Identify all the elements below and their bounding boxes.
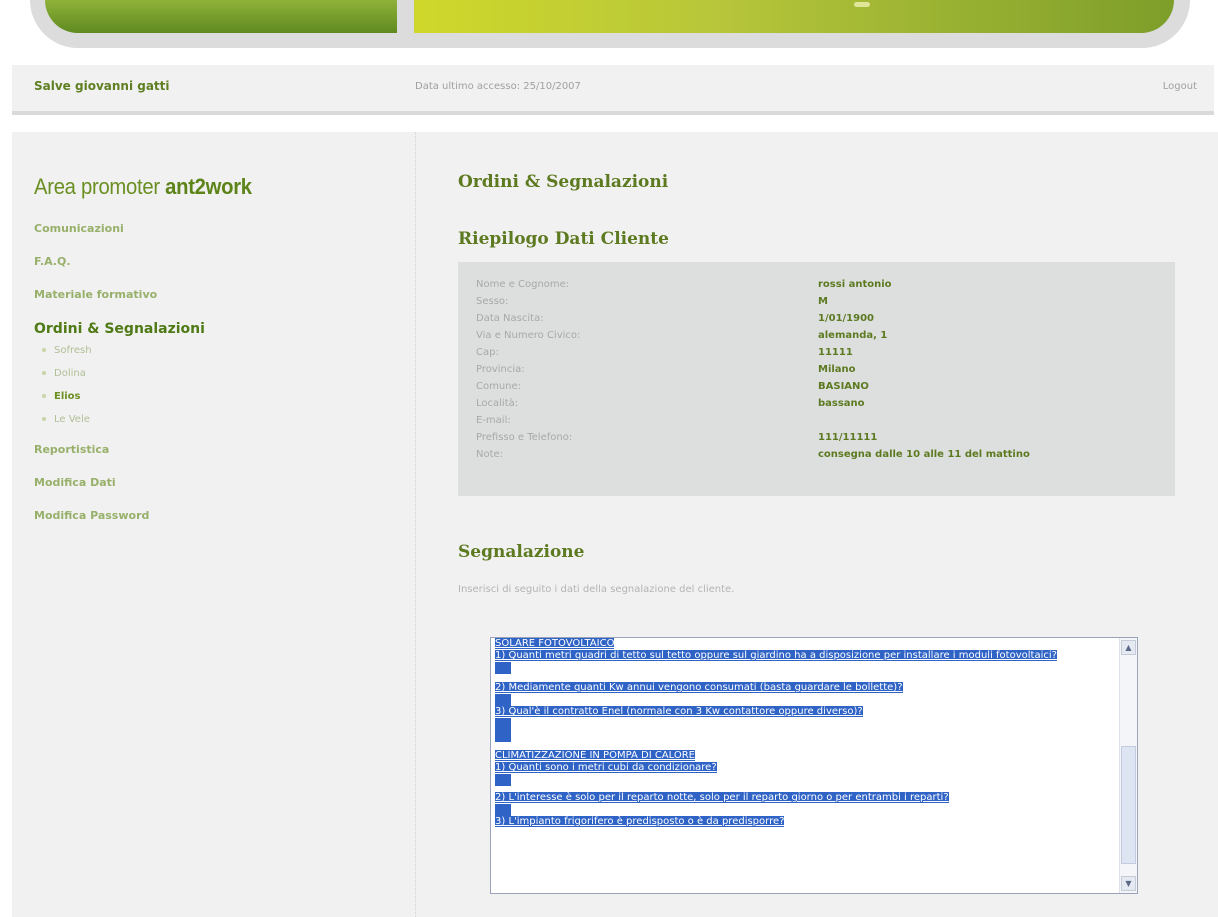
subnav-label: Elios (54, 391, 81, 402)
bullet-icon (42, 417, 46, 421)
textarea-line-text: 1) Quanti metri quadri di tetto sul tett… (495, 650, 1057, 661)
subnav-label: Sofresh (54, 345, 92, 356)
nav-item-materiale-formativo[interactable]: Materiale formativo (34, 288, 205, 301)
brand-title-light: Area promoter (34, 174, 166, 199)
field-label: Nome e Cognome: (476, 279, 570, 290)
textarea-line: SOLARE FOTOVOLTAICO (495, 638, 1095, 650)
textarea-empty-selection (495, 694, 511, 706)
brand-title: Area promoter ant2work (34, 174, 252, 200)
textarea-line-text: CLIMATIZZAZIONE IN POMPA DI CALORE (495, 750, 695, 761)
subnav-item-le-vele[interactable]: Le Vele (42, 414, 205, 425)
field-label: E-mail: (476, 415, 511, 426)
field-value: rossi antonio (818, 279, 892, 290)
sidebar-nav: Comunicazioni F.A.Q. Materiale formativo… (34, 222, 205, 542)
nav-sublist-container: Sofresh Dolina Elios Le Vele (34, 345, 205, 425)
logout-link[interactable]: Logout (1163, 81, 1197, 92)
field-label: Provincia: (476, 364, 525, 375)
field-label: Note: (476, 449, 504, 460)
textarea-line: 1) Quanti sono i metri cubi da condizion… (495, 762, 1095, 774)
greeting-text: Salve giovanni gatti (34, 79, 170, 93)
textarea-line (495, 662, 1095, 674)
field-label: Sesso: (476, 296, 509, 307)
nav-item-ordini-segnalazioni[interactable]: Ordini & Segnalazioni (34, 321, 205, 337)
textarea-line: 3) Qual'è il contratto Enel (normale con… (495, 706, 1095, 718)
report-intro: Inserisci di seguito i dati della segnal… (458, 584, 735, 595)
field-label: Comune: (476, 381, 522, 392)
field-value: consegna dalle 10 alle 11 del mattino (818, 449, 1030, 460)
field-label: Località: (476, 398, 519, 409)
textarea-scrollbar[interactable]: ▲ ▼ (1119, 638, 1137, 893)
textarea-line-text: 3) Qual'è il contratto Enel (normale con… (495, 706, 863, 717)
page-title: Ordini & Segnalazioni (458, 172, 669, 192)
textarea-line-text: 2) L'interesse è solo per il reparto not… (495, 792, 949, 803)
scroll-down-icon[interactable]: ▼ (1121, 876, 1136, 891)
field-value: 11111 (818, 347, 853, 358)
textarea-line (495, 694, 1095, 706)
textarea-empty-selection (495, 774, 511, 786)
customer-data-box: Nome e Cognome: rossi antonio Sesso: M D… (458, 262, 1175, 496)
textarea-line: 2) Mediamente quanti Kw annui vengono co… (495, 682, 1095, 694)
field-value: 1/01/1900 (818, 313, 875, 324)
textarea-line: 1) Quanti metri quadri di tetto sul tett… (495, 650, 1095, 662)
nav-item-reportistica[interactable]: Reportistica (34, 443, 205, 456)
bullet-icon (42, 348, 46, 352)
textarea-line-text: SOLARE FOTOVOLTAICO (495, 638, 615, 649)
field-value: alemanda, 1 (818, 330, 888, 341)
subnav-label: Le Vele (54, 414, 90, 425)
field-value: bassano (818, 398, 865, 409)
nav-item-modifica-password[interactable]: Modifica Password (34, 509, 205, 522)
textarea-empty-selection (495, 662, 511, 674)
textarea-line-text: 3) L'impianto frigorifero è predisposto … (495, 816, 785, 827)
textarea-empty-selection (495, 718, 511, 730)
nav-item-modifica-dati[interactable]: Modifica Dati (34, 476, 205, 489)
field-label: Prefisso e Telefono: (476, 432, 573, 443)
textarea-line (495, 718, 1095, 730)
subnav-item-sofresh[interactable]: Sofresh (42, 345, 205, 356)
subnav-label: Dolina (54, 368, 86, 379)
nav-item-faq[interactable]: F.A.Q. (34, 255, 205, 268)
field-label: Via e Numero Civico: (476, 330, 581, 341)
report-textarea[interactable]: SOLARE FOTOVOLTAICO 1) Quanti metri quad… (490, 637, 1138, 894)
textarea-line: CLIMATIZZAZIONE IN POMPA DI CALORE (495, 750, 1095, 762)
bullet-icon (42, 394, 46, 398)
field-value: Milano (818, 364, 856, 375)
textarea-line: 3) L'impianto frigorifero è predisposto … (495, 816, 1095, 828)
textarea-content: SOLARE FOTOVOLTAICO 1) Quanti metri quad… (495, 638, 1095, 828)
textarea-line (495, 730, 1095, 742)
textarea-empty-selection (495, 804, 511, 816)
nav-sublist: Sofresh Dolina Elios Le Vele (42, 345, 205, 425)
summary-title: Riepilogo Dati Cliente (458, 229, 669, 249)
field-label: Cap: (476, 347, 499, 358)
user-bar: Salve giovanni gatti Data ultimo accesso… (12, 65, 1214, 115)
banner-right-panel (414, 0, 1174, 33)
textarea-line-text: 1) Quanti sono i metri cubi da condizion… (495, 762, 717, 773)
field-value: 111/11111 (818, 432, 878, 443)
banner-left-panel (45, 0, 397, 33)
textarea-line: 2) L'interesse è solo per il reparto not… (495, 792, 1095, 804)
textarea-line (495, 774, 1095, 786)
field-label: Data Nascita: (476, 313, 544, 324)
report-title: Segnalazione (458, 542, 585, 562)
scroll-up-icon[interactable]: ▲ (1121, 640, 1136, 655)
last-access-text: Data ultimo accesso: 25/10/2007 (415, 81, 581, 92)
scrollbar-thumb[interactable] (1121, 746, 1136, 864)
nav-item-comunicazioni[interactable]: Comunicazioni (34, 222, 205, 235)
bullet-icon (42, 371, 46, 375)
textarea-line (495, 804, 1095, 816)
subnav-item-elios[interactable]: Elios (42, 391, 205, 402)
textarea-empty-selection (495, 730, 511, 742)
banner-highlight (854, 2, 870, 7)
field-value: M (818, 296, 828, 307)
subnav-item-dolina[interactable]: Dolina (42, 368, 205, 379)
sidebar: Area promoter ant2work Comunicazioni F.A… (12, 132, 416, 917)
textarea-line-text: 2) Mediamente quanti Kw annui vengono co… (495, 682, 903, 693)
content-area: Area promoter ant2work Comunicazioni F.A… (12, 132, 1218, 917)
brand-title-bold: ant2work (165, 174, 252, 199)
field-value: BASIANO (818, 381, 869, 392)
